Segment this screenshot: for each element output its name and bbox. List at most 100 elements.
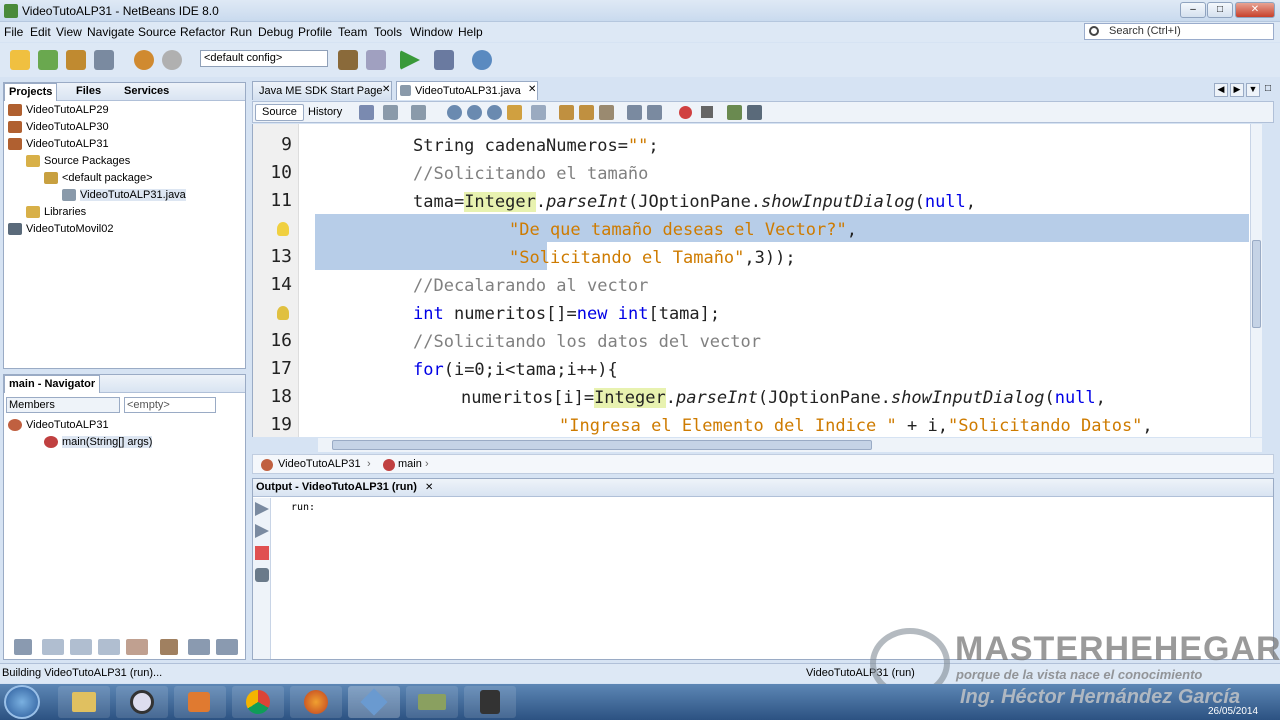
editor-vertical-scrollbar[interactable]	[1250, 124, 1262, 437]
close-output-icon[interactable]: ✕	[425, 482, 433, 493]
scroll-thumb[interactable]	[332, 440, 872, 450]
filter-icon[interactable]	[14, 639, 32, 655]
save-all-icon[interactable]	[94, 50, 114, 70]
maximize-button[interactable]: □	[1207, 2, 1233, 18]
stop-macro-icon[interactable]	[701, 106, 713, 118]
filter-icon[interactable]	[70, 639, 92, 655]
highlight-icon[interactable]	[507, 105, 522, 120]
tree-item-project[interactable]: VideoTutoALP29	[8, 102, 244, 119]
config-select[interactable]: <default config>	[200, 50, 328, 67]
members-filter-select[interactable]: Members	[6, 397, 120, 413]
filter-icon[interactable]	[42, 639, 64, 655]
stop-icon[interactable]	[255, 546, 269, 560]
find-prev-icon[interactable]	[467, 105, 482, 120]
navigator-method-item[interactable]: main(String[] args)	[8, 434, 244, 451]
breadcrumb-method[interactable]: main	[398, 458, 422, 470]
scroll-thumb[interactable]	[1252, 240, 1261, 328]
sort-icon[interactable]	[160, 639, 178, 655]
tree-item-java-file[interactable]: VideoTutoALP31.java	[8, 187, 244, 204]
rerun-icon[interactable]	[255, 502, 269, 516]
minimize-button[interactable]: –	[1180, 2, 1206, 18]
sort-icon[interactable]	[216, 639, 238, 655]
tab-list-icon[interactable]: ▼	[1246, 83, 1260, 97]
hint-bulb-icon[interactable]	[277, 222, 289, 236]
menu-window[interactable]: Window	[410, 25, 453, 39]
menu-navigate[interactable]: Navigate	[87, 25, 134, 39]
tree-item-package[interactable]: <default package>	[8, 170, 244, 187]
rerun-with-args-icon[interactable]	[255, 524, 269, 538]
profile-icon[interactable]	[472, 50, 492, 70]
prev-bookmark-icon[interactable]	[559, 105, 574, 120]
shift-left-icon[interactable]	[627, 105, 642, 120]
chrome-taskbar-icon[interactable]	[232, 686, 284, 718]
tree-item-project[interactable]: VideoTutoMovil02	[8, 221, 244, 238]
money-app-taskbar-icon[interactable]	[406, 686, 458, 718]
menu-view[interactable]: View	[56, 25, 82, 39]
toggle-bookmark-icon[interactable]	[599, 105, 614, 120]
navigator-title[interactable]: main - Navigator	[4, 375, 101, 393]
navigator-class-item[interactable]: VideoTutoALP31	[8, 417, 244, 434]
debug-icon[interactable]	[434, 50, 454, 70]
run-icon[interactable]	[400, 50, 420, 70]
filter-icon[interactable]	[126, 639, 148, 655]
build-icon[interactable]	[338, 50, 358, 70]
netbeans-taskbar-icon[interactable]	[348, 686, 400, 718]
record-macro-icon[interactable]	[679, 106, 692, 119]
menu-edit[interactable]: Edit	[30, 25, 51, 39]
close-tab-icon[interactable]: ✕	[382, 84, 390, 95]
firefox-taskbar-icon[interactable]	[290, 686, 342, 718]
code-editor[interactable]: 9 10 11 13 14 16 17 18 19 String cadenaN…	[252, 124, 1262, 437]
comment-icon[interactable]	[727, 105, 742, 120]
undo-icon[interactable]	[134, 50, 154, 70]
history-button[interactable]: History	[301, 104, 349, 121]
tab-files[interactable]: Files	[72, 83, 105, 101]
menu-file[interactable]: File	[4, 25, 23, 39]
tree-item-project[interactable]: VideoTutoALP31	[8, 136, 244, 153]
media-app-taskbar-icon[interactable]	[174, 686, 226, 718]
menu-tools[interactable]: Tools	[374, 25, 402, 39]
find-icon[interactable]	[447, 105, 462, 120]
menu-refactor[interactable]: Refactor	[180, 25, 225, 39]
uncomment-icon[interactable]	[747, 105, 762, 120]
clean-build-icon[interactable]	[366, 50, 386, 70]
close-button[interactable]: ✕	[1235, 2, 1275, 18]
shift-right-icon[interactable]	[647, 105, 662, 120]
tab-java-file[interactable]: VideoTutoALP31.java	[396, 81, 538, 100]
find-next-icon[interactable]	[487, 105, 502, 120]
search-input[interactable]: Search (Ctrl+I)	[1084, 23, 1274, 40]
tab-projects[interactable]: Projects	[4, 83, 58, 101]
scroll-right-icon[interactable]: ▶	[1230, 83, 1244, 97]
tree-item-libraries[interactable]: Libraries	[8, 204, 244, 221]
next-bookmark-icon[interactable]	[579, 105, 594, 120]
open-project-icon[interactable]	[66, 50, 86, 70]
close-tab-icon[interactable]: ✕	[528, 84, 536, 95]
tab-start-page[interactable]: Java ME SDK Start Page	[252, 81, 392, 100]
tree-item-project[interactable]: VideoTutoALP30	[8, 119, 244, 136]
clock-app-taskbar-icon[interactable]	[116, 686, 168, 718]
toggle-selection-icon[interactable]	[531, 105, 546, 120]
menu-debug[interactable]: Debug	[258, 25, 293, 39]
last-edit-icon[interactable]	[359, 105, 374, 120]
menu-profile[interactable]: Profile	[298, 25, 332, 39]
breadcrumb-class[interactable]: VideoTutoALP31	[278, 458, 361, 470]
menu-help[interactable]: Help	[458, 25, 483, 39]
back-icon[interactable]	[383, 105, 398, 120]
settings-icon[interactable]	[255, 568, 269, 582]
scroll-left-icon[interactable]: ◀	[1214, 83, 1228, 97]
menu-team[interactable]: Team	[338, 25, 367, 39]
redo-icon[interactable]	[162, 50, 182, 70]
menu-run[interactable]: Run	[230, 25, 252, 39]
maximize-editor-icon[interactable]: □	[1262, 83, 1274, 97]
new-project-icon[interactable]	[38, 50, 58, 70]
empty-select[interactable]: <empty>	[124, 397, 216, 413]
filter-icon[interactable]	[98, 639, 120, 655]
menu-source[interactable]: Source	[138, 25, 176, 39]
start-button[interactable]	[4, 685, 40, 719]
warning-bulb-icon[interactable]	[277, 306, 289, 320]
editor-horizontal-scrollbar[interactable]	[318, 438, 1262, 452]
source-button[interactable]: Source	[255, 104, 304, 121]
new-file-icon[interactable]	[10, 50, 30, 70]
explorer-taskbar-icon[interactable]	[58, 686, 110, 718]
tree-item-source-packages[interactable]: Source Packages	[8, 153, 244, 170]
recorder-app-taskbar-icon[interactable]	[464, 686, 516, 718]
